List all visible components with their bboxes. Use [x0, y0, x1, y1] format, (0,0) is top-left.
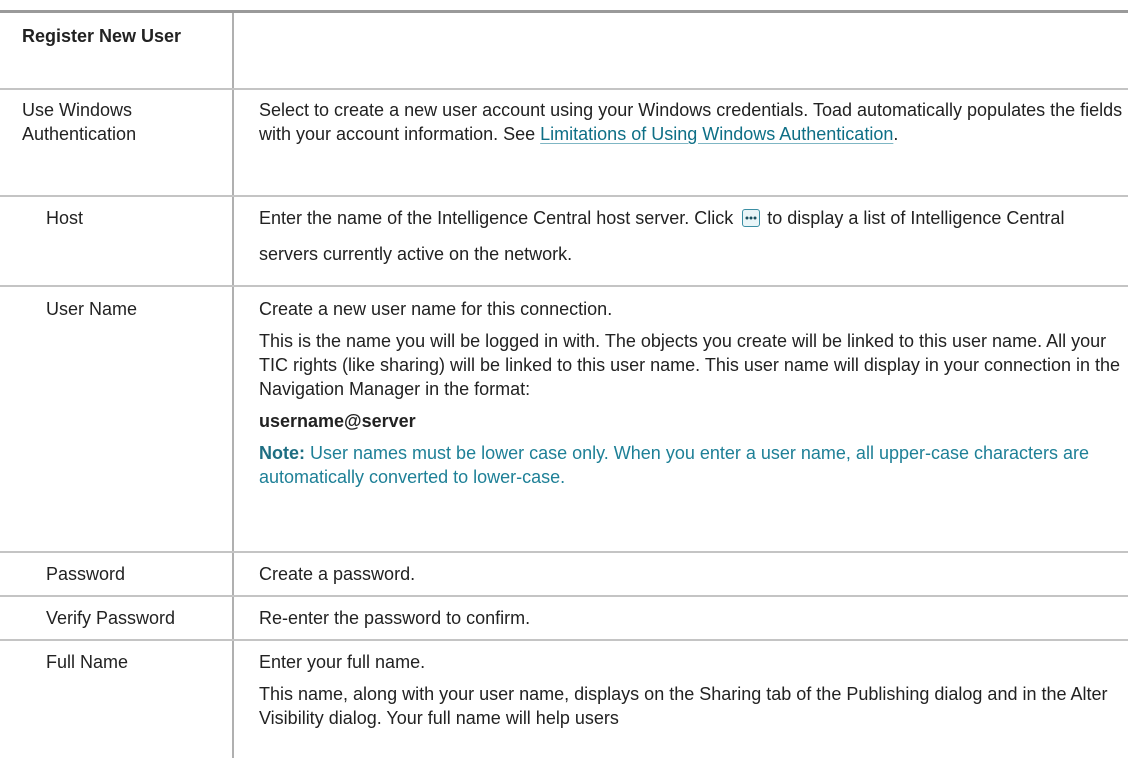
description-para: This name, along with your user name, di…	[259, 684, 1108, 728]
note: Note: User names must be lower case only…	[259, 441, 1127, 489]
column-divider	[232, 13, 234, 758]
row-divider	[0, 195, 1128, 197]
row-description: Select to create a new user account usin…	[259, 98, 1127, 146]
row-label: Full Name	[46, 652, 129, 672]
description-para: Enter your full name.	[259, 652, 426, 672]
row-label: User Name	[46, 299, 138, 319]
ellipsis-button-icon	[742, 209, 761, 227]
row-label: Password	[46, 564, 126, 584]
limitations-link[interactable]: Limitations of Using Windows Authenticat…	[540, 124, 893, 144]
note-text: User names must be lower case only. When…	[259, 443, 1090, 487]
row-description: Enter your full name. This name, along w…	[259, 650, 1127, 730]
row-divider	[0, 285, 1128, 287]
row-description: Enter the name of the Intelligence Centr…	[259, 200, 1127, 272]
row-label: Verify Password	[46, 608, 176, 628]
row-label: Use Windows Authentication	[22, 100, 137, 144]
row-description: Re-enter the password to confirm.	[259, 608, 531, 628]
row-divider	[0, 639, 1128, 641]
row-description: Create a new user name for this connecti…	[259, 297, 1127, 489]
username-format: username@server	[259, 411, 416, 431]
description-text-end: .	[893, 124, 899, 144]
row-label: Host	[46, 208, 84, 228]
row-divider	[0, 595, 1128, 597]
note-label: Note:	[259, 443, 305, 463]
table-top-rule	[0, 10, 1128, 13]
row-divider	[0, 551, 1128, 553]
description-para: This is the name you will be logged in w…	[259, 331, 1121, 399]
description-para: Create a new user name for this connecti…	[259, 299, 613, 319]
description-text: Enter the name of the Intelligence Centr…	[259, 208, 734, 228]
row-divider	[0, 88, 1128, 90]
table-header-title: Register New User	[22, 26, 182, 46]
row-description: Create a password.	[259, 564, 416, 584]
